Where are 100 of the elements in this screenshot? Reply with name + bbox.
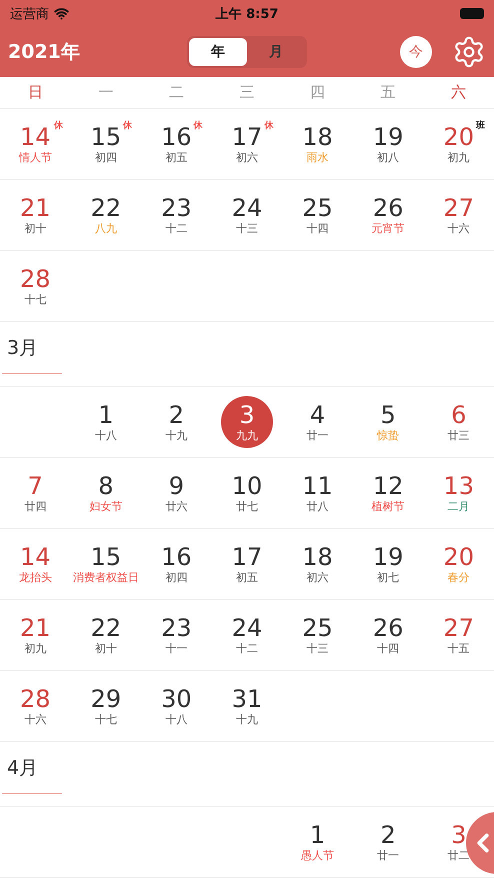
calendar-day[interactable]: 30 十八 (161, 681, 192, 731)
day-number: 21 (20, 194, 51, 222)
today-button[interactable]: 今 (400, 36, 432, 68)
lunar-label: 元宵节 (372, 222, 405, 236)
lunar-label: 廿一 (306, 429, 329, 443)
calendar-day[interactable]: 2 十九 (165, 397, 188, 447)
lunar-label: 十七 (24, 293, 46, 307)
day-number: 12 (372, 472, 404, 500)
calendar-day[interactable]: 15 初四 休 (80, 119, 132, 169)
day-number: 2 (380, 821, 396, 849)
calendar-day[interactable]: 17 初六 休 (220, 119, 274, 169)
weekday-label: 四 (310, 83, 326, 102)
day-number: 5 (380, 401, 396, 429)
calendar-day[interactable]: 19 初七 (372, 539, 404, 589)
lunar-label: 十六 (24, 713, 46, 727)
calendar-day[interactable]: 2 廿一 (377, 817, 400, 867)
weekday-label: 三 (239, 83, 254, 102)
day-number: 27 (443, 194, 474, 222)
calendar-day[interactable]: 19 初八 (372, 119, 404, 169)
lunar-label: 初七 (377, 571, 400, 585)
lunar-label: 雨水 (306, 151, 329, 165)
day-number: 28 (20, 265, 51, 293)
lunar-label: 九九 (236, 429, 258, 443)
calendar-day[interactable]: 20 初九 班 (432, 119, 485, 169)
calendar-day[interactable]: 22 初十 (90, 610, 122, 660)
lunar-label: 十三 (236, 222, 258, 236)
calendar-day[interactable]: 1 愚人节 (301, 817, 334, 867)
calendar-day[interactable]: 21 初九 (20, 610, 51, 660)
day-number: 28 (20, 685, 51, 713)
view-tab[interactable]: 年 (189, 38, 247, 66)
lunar-label: 十六 (448, 222, 470, 236)
calendar-day[interactable]: 27 十六 (443, 190, 474, 240)
day-number: 4 (310, 401, 326, 429)
wifi-icon (54, 6, 69, 21)
calendar-day[interactable]: 22 八九 (90, 190, 122, 240)
calendar-day[interactable]: 11 廿八 (302, 468, 333, 518)
day-number: 3 (239, 401, 255, 429)
calendar-day[interactable]: 3 廿二 (448, 817, 470, 867)
calendar-day[interactable]: 23 十二 (161, 190, 192, 240)
lunar-label: 廿三 (448, 429, 470, 443)
lunar-label: 十八 (165, 713, 188, 727)
calendar-day[interactable]: 17 初五 (232, 539, 262, 589)
lunar-label: 廿七 (236, 500, 258, 514)
calendar-day[interactable]: 14 龙抬头 (18, 539, 52, 589)
weekday-label: 二 (168, 83, 184, 102)
calendar-day[interactable]: 23 十一 (161, 610, 192, 660)
lunar-label: 初十 (94, 642, 117, 656)
calendar-day[interactable]: 24 十三 (232, 190, 262, 240)
calendar-day[interactable]: 4 廿一 (306, 397, 329, 447)
month-title: 3月 (6, 336, 40, 360)
day-number: 9 (168, 472, 184, 500)
calendar-day[interactable]: 25 十三 (302, 610, 333, 660)
calendar-day[interactable]: 26 十四 (372, 610, 404, 660)
day-number: 23 (161, 614, 192, 642)
day-number: 24 (232, 194, 262, 222)
calendar-day[interactable]: 18 雨水 (302, 119, 333, 169)
calendar-day[interactable]: 27 十五 (443, 610, 474, 660)
lunar-label: 十八 (94, 429, 117, 443)
lunar-label: 廿二 (448, 849, 470, 863)
settings-icon (452, 35, 486, 69)
calendar-day[interactable]: 13 二月 (443, 468, 474, 518)
day-number: 3 (451, 821, 466, 849)
lunar-label: 十九 (165, 429, 188, 443)
day-number: 17 (232, 123, 262, 151)
lunar-label: 十四 (306, 222, 329, 236)
day-number: 20 (443, 543, 474, 571)
calendar-day[interactable]: 5 惊蛰 (377, 397, 400, 447)
settings-button[interactable] (452, 35, 486, 69)
lunar-label: 廿八 (306, 500, 329, 514)
calendar-day[interactable]: 12 植树节 (372, 468, 405, 518)
month-title: 4月 (6, 756, 40, 780)
calendar-day[interactable]: 15 消费者权益日 (72, 539, 139, 589)
calendar-day[interactable]: 28 十七 (20, 261, 51, 311)
calendar-day[interactable]: 10 廿七 (232, 468, 262, 518)
calendar-day[interactable]: 28 十六 (20, 681, 51, 731)
calendar-day[interactable]: 21 初十 (20, 190, 51, 240)
calendar-day[interactable]: 16 初四 (161, 539, 192, 589)
calendar-day[interactable]: 6 廿三 (448, 397, 470, 447)
calendar-day[interactable]: 3 九九 (220, 396, 273, 448)
lunar-label: 龙抬头 (18, 571, 52, 585)
clock: 上午 8:57 (216, 6, 278, 22)
calendar-day[interactable]: 14 情人节 休 (8, 119, 63, 169)
calendar-day[interactable]: 1 十八 (94, 397, 117, 447)
day-number: 8 (98, 472, 114, 500)
calendar-day[interactable]: 20 春分 (443, 539, 474, 589)
day-number: 25 (302, 194, 333, 222)
calendar-day[interactable]: 25 十四 (302, 190, 333, 240)
calendar-day[interactable]: 29 十七 (90, 681, 122, 731)
calendar-day[interactable]: 24 十二 (232, 610, 262, 660)
calendar-day[interactable]: 7 廿四 (24, 468, 46, 518)
lunar-label: 廿一 (377, 849, 400, 863)
calendar-day[interactable]: 26 元宵节 (372, 190, 405, 240)
lunar-label: 十九 (236, 713, 258, 727)
calendar-day[interactable]: 31 十九 (232, 681, 262, 731)
calendar-day[interactable]: 8 妇女节 (89, 468, 122, 518)
day-number: 16 (161, 543, 192, 571)
calendar-day[interactable]: 16 初五 休 (150, 119, 203, 169)
lunar-label: 廿四 (24, 500, 46, 514)
calendar-day[interactable]: 9 廿六 (165, 468, 188, 518)
calendar-day[interactable]: 18 初六 (302, 539, 333, 589)
